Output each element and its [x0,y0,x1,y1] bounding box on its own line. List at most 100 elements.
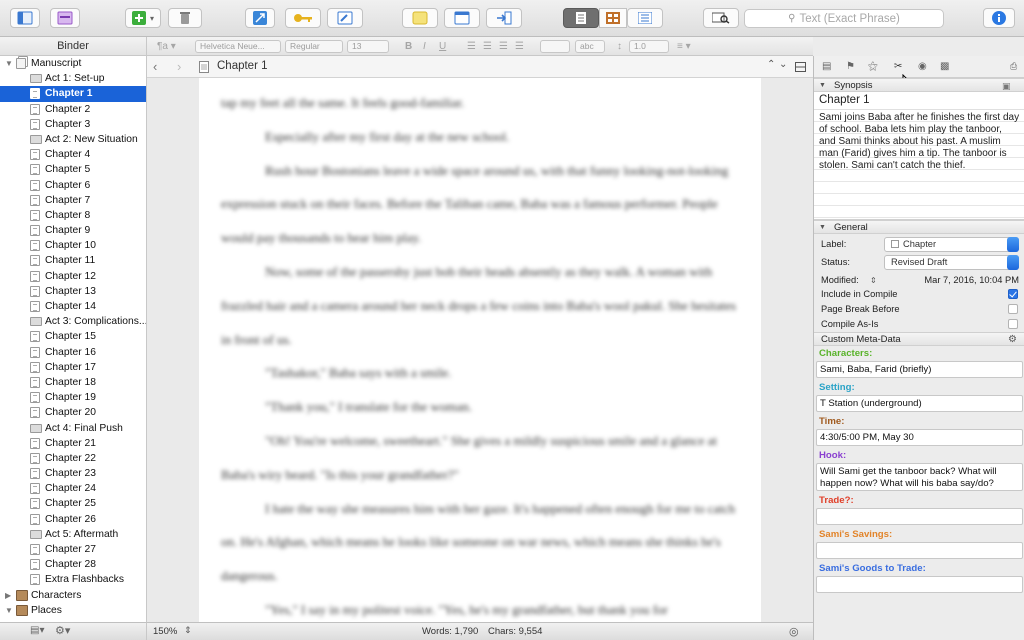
editor-paragraph[interactable]: "Oh! You're welcome, sweetheart." She gi… [221,424,739,492]
binder-item[interactable]: Chapter 1 [0,86,146,102]
binder-item[interactable]: Act 2: New Situation [0,132,146,147]
editor-paragraph[interactable]: I hate the way she measures him with her… [221,492,739,593]
binder-item[interactable]: ▶ Characters [0,588,146,603]
metadata-field[interactable] [816,542,1023,559]
disclosure-closed-icon[interactable]: ▶ [5,588,11,603]
align-right-icon[interactable]: ☰ [499,40,508,53]
font-style-select[interactable]: Regular [285,40,343,53]
synopsis-title[interactable]: Chapter 1 [814,92,1024,110]
binder-item[interactable]: Chapter 5 [0,162,146,177]
binder-item[interactable]: Chapter 19 [0,390,146,405]
editor-paragraph[interactable]: Rush hour Bostonians leave a wide space … [221,154,739,255]
binder-item[interactable]: Chapter 10 [0,238,146,253]
disclosure-open-icon[interactable]: ▼ [5,56,13,71]
gear-icon[interactable]: ⚙ [1008,333,1017,346]
binder-item[interactable]: Chapter 16 [0,345,146,360]
binder-item[interactable]: Chapter 22 [0,451,146,466]
font-family-select[interactable]: Helvetica Neue... [195,40,281,53]
binder-item[interactable]: Chapter 18 [0,375,146,390]
binder-item[interactable]: Chapter 25 [0,496,146,511]
back-arrow-icon[interactable]: ‹ [153,59,157,74]
binder-item[interactable]: Act 4: Final Push [0,421,146,436]
split-view-icon[interactable] [795,62,806,72]
text-color-select[interactable]: abc [575,40,605,53]
target-icon[interactable]: ◎ [789,625,799,638]
binder-item[interactable]: Chapter 17 [0,360,146,375]
bookmark-tab-icon[interactable]: ⚑ [846,61,855,72]
editor-doc-title[interactable]: Chapter 1 [217,60,268,72]
editor-paragraph[interactable]: "Tashakor," Baba says with a smile. [221,356,739,390]
corkboard-button[interactable] [599,8,627,28]
synopsis-text[interactable]: Sami joins Baba after he finishes the fi… [814,110,1024,220]
line-spacing-select[interactable]: 1.0 [629,40,669,53]
paragraph-style-icon[interactable]: ¶a ▾ [157,40,176,53]
align-left-icon[interactable]: ☰ [467,40,476,53]
lock-icon[interactable]: ⎙ [1010,61,1017,72]
metadata-tab-icon[interactable]: ✂ [894,61,902,72]
binder-item[interactable]: ▼ Places [0,603,146,618]
binder-item[interactable]: Chapter 26 [0,512,146,527]
editor-paragraph[interactable]: "Yes," I say in my politest voice. "Yes,… [221,593,739,622]
binder-item[interactable]: Chapter 15 [0,329,146,344]
binder-list[interactable]: ▼ Manuscript Act 1: Set-up Chapter 1 Chapter… [0,56,147,622]
italic-button[interactable]: I [423,40,426,53]
editor-paragraph[interactable]: Now, some of the passersby just bob thei… [221,255,739,356]
editor-area[interactable]: tap my feet all the same. It feels good-… [147,78,813,622]
binder-item[interactable]: Chapter 8 [0,208,146,223]
binder-item[interactable]: Chapter 7 [0,193,146,208]
outliner-button[interactable] [627,8,663,28]
binder-item[interactable]: ▼ Manuscript [0,56,146,71]
metadata-field[interactable] [816,576,1023,593]
binder-item[interactable]: Chapter 23 [0,466,146,481]
key-tab-icon[interactable]: ⚝ [868,61,878,72]
search-input[interactable]: ⚲ Text (Exact Phrase) [744,9,944,28]
metadata-field[interactable]: Will Sami get the tanboor back? What wil… [816,463,1023,491]
fullscreen-button[interactable] [245,8,275,28]
binder-item[interactable]: Chapter 2 [0,102,146,117]
binder-item[interactable]: Chapter 21 [0,436,146,451]
metadata-field[interactable] [816,508,1023,525]
binder-item[interactable]: Chapter 6 [0,178,146,193]
label-select[interactable]: Chapter [884,237,1019,252]
binder-item[interactable]: Chapter 20 [0,405,146,420]
binder-item[interactable]: Chapter 4 [0,147,146,162]
zoom-select[interactable]: 150% [153,626,177,637]
list-style-icon[interactable]: ≡ ▾ [677,40,691,53]
add-button[interactable]: ▾ [125,8,161,28]
page-break-checkbox[interactable] [1008,304,1018,314]
bold-button[interactable]: B [405,40,412,53]
snapshot-tab-icon[interactable]: ◉ [918,61,927,72]
notes-button[interactable] [402,8,438,28]
metadata-field[interactable]: 4:30/5:00 PM, May 30 [816,429,1023,446]
underline-button[interactable]: U [439,40,446,53]
custom-metadata-header[interactable]: Custom Meta-Data ⚙ [814,332,1024,346]
chevron-up-icon[interactable]: ⌃ [767,59,775,70]
binder-item[interactable]: Chapter 14 [0,299,146,314]
inspector-toggle-button[interactable] [983,8,1015,28]
chevron-down-icon[interactable]: ⌄ [779,59,787,70]
synopsis-header[interactable]: ▼ Synopsis ▣ [814,78,1024,92]
layout-button[interactable] [444,8,480,28]
editor-text[interactable]: tap my feet all the same. It feels good-… [221,86,739,622]
binder-item[interactable]: Chapter 27 [0,542,146,557]
compile-as-is-checkbox[interactable] [1008,319,1018,329]
include-compile-checkbox[interactable] [1008,289,1018,299]
editor-paragraph[interactable]: "Thank you," I translate for the woman. [221,390,739,424]
collections-button[interactable] [50,8,80,28]
editor-page[interactable]: tap my feet all the same. It feels good-… [199,78,761,622]
binder-item[interactable]: Act 3: Complications... [0,314,146,329]
binder-item[interactable]: Act 1: Set-up [0,71,146,86]
status-select[interactable]: Revised Draft [884,255,1019,270]
font-size-select[interactable]: 13 [347,40,389,53]
comments-tab-icon[interactable]: ▩ [940,61,949,72]
add-folder-icon[interactable]: ▤▾ [30,625,44,636]
binder-item[interactable]: Chapter 28 [0,557,146,572]
binder-toggle-button[interactable] [10,8,40,28]
editor-paragraph[interactable]: Especially after my first day at the new… [221,120,739,154]
editor-view-button[interactable] [563,8,599,28]
binder-item[interactable]: Chapter 11 [0,253,146,268]
gear-icon[interactable]: ⚙▾ [55,624,70,637]
forward-arrow-icon[interactable]: › [177,59,181,74]
binder-item[interactable]: Chapter 24 [0,481,146,496]
keywords-button[interactable] [285,8,321,28]
